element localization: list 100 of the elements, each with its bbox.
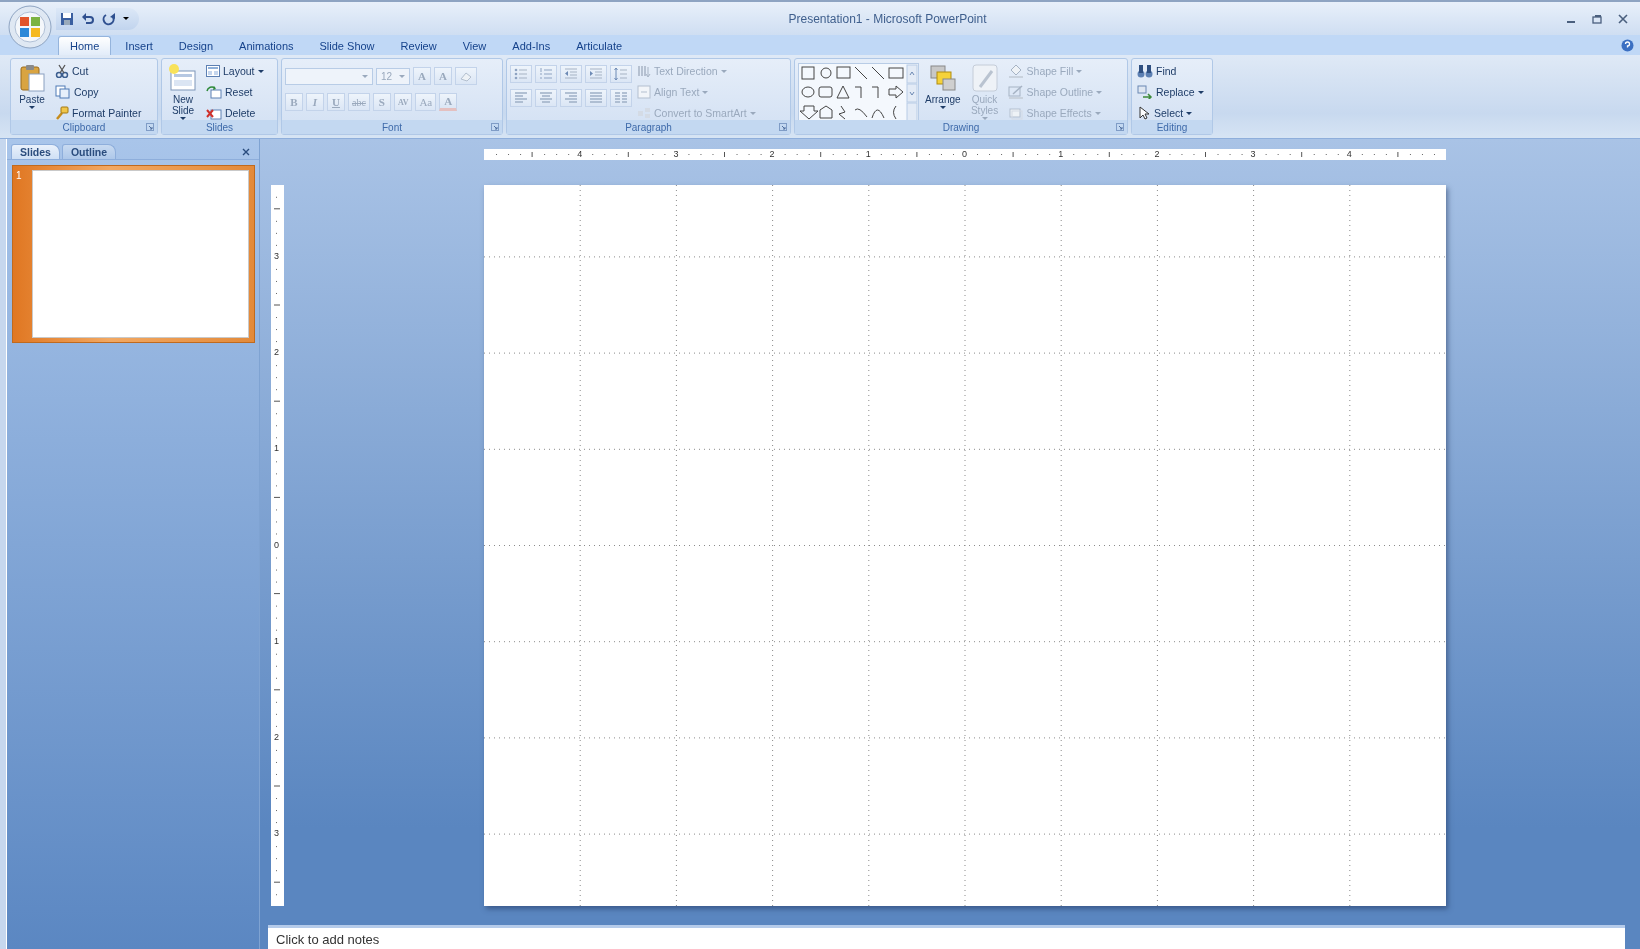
ruler-number: 3 (672, 150, 680, 159)
ruler-number: 2 (273, 732, 280, 742)
ruler-number: 1 (273, 444, 280, 454)
ribbon-button[interactable]: Copy (53, 82, 144, 102)
ribbon-button[interactable]: Cut (53, 61, 144, 81)
dialog-launcher-icon[interactable] (491, 123, 499, 131)
ribbon-tab[interactable]: Review (388, 36, 449, 55)
ruler-number: 0 (961, 150, 968, 159)
notes-prompt: Click to add notes (276, 932, 380, 949)
notes-pane[interactable]: Click to add notes (268, 925, 1625, 949)
panel-tab[interactable]: Outline (61, 144, 117, 159)
caret-icon (362, 74, 368, 78)
quick-styles-icon (969, 63, 1000, 93)
slide-number: 1 (16, 170, 23, 183)
ribbon-tab[interactable]: Insert (113, 36, 165, 55)
ruler-number: 2 (1153, 150, 1161, 159)
quick-access-button[interactable] (60, 11, 74, 26)
scissors-icon (55, 64, 69, 78)
ruler-number: 1 (1057, 150, 1065, 159)
bullets-icon (514, 67, 528, 81)
paint-bucket-icon (1007, 64, 1024, 78)
quick-access-button[interactable] (102, 11, 116, 26)
close-icon[interactable] (242, 147, 250, 156)
save-icon (60, 11, 74, 26)
delete-slide-icon (206, 106, 222, 120)
ribbon-tab[interactable]: Design (166, 36, 226, 55)
group-label: Clipboard (62, 121, 106, 133)
group-label: Paragraph (625, 121, 672, 133)
ruler-number: 1 (273, 636, 280, 646)
ribbon-button[interactable]: Paste (14, 61, 50, 111)
group-label: Slides (205, 121, 234, 133)
caret-icon (399, 74, 405, 78)
window-title: Presentation1 - Microsoft PowerPoint (787, 11, 988, 26)
ribbon-button[interactable]: Format Painter (53, 103, 144, 123)
text-direction-icon (637, 64, 651, 78)
ribbon-button[interactable]: Layout (204, 61, 266, 81)
paragraph-tool-button[interactable] (510, 65, 532, 83)
ribbon-button[interactable]: Find (1135, 61, 1206, 81)
ruler-number: 2 (768, 150, 776, 159)
columns-icon (614, 91, 628, 105)
font-name-field[interactable] (285, 67, 373, 85)
group-label: Editing (1156, 121, 1188, 133)
line-spacing-icon (614, 67, 628, 81)
dialog-launcher-icon[interactable] (1116, 123, 1124, 131)
cursor-icon (1137, 106, 1151, 120)
ruler-number: 4 (1345, 150, 1353, 159)
ribbon-tab[interactable]: Articulate (564, 36, 635, 55)
align-center-icon (539, 91, 553, 105)
pencil-square-icon (1007, 85, 1024, 99)
ribbon-button[interactable]: Delete (204, 103, 266, 123)
replace-icon (1137, 85, 1153, 99)
reset-icon (206, 85, 222, 99)
group-label: Font (382, 121, 402, 133)
ribbon-tab[interactable]: Home (58, 36, 112, 55)
paragraph-tool-button[interactable] (560, 65, 582, 83)
shapes-gallery[interactable] (798, 63, 919, 123)
ruler-number: 2 (273, 348, 280, 358)
brush-icon (55, 106, 69, 120)
redo-icon (102, 11, 116, 26)
justify-icon (589, 91, 603, 105)
ribbon-button[interactable]: Arrange (922, 61, 964, 111)
align-left-icon (514, 91, 528, 105)
ribbon-tab[interactable]: View (450, 36, 499, 55)
numbering-icon (539, 67, 553, 81)
help-icon[interactable] (1621, 38, 1634, 52)
align-text-icon (637, 85, 651, 99)
panel-tab[interactable]: Slides (11, 144, 60, 159)
copy-icon (55, 85, 71, 99)
ribbon-button[interactable]: Replace (1135, 82, 1206, 102)
shape-effects-icon (1007, 106, 1024, 120)
restore-icon[interactable] (1592, 13, 1602, 24)
ruler-number: 1 (864, 150, 872, 159)
ruler-number: 4 (576, 150, 584, 159)
arrange-icon (927, 63, 958, 93)
eraser-icon (459, 70, 473, 82)
dialog-launcher-icon[interactable] (779, 123, 787, 131)
dialog-launcher-icon[interactable] (146, 123, 154, 131)
binoculars-icon (1137, 64, 1153, 78)
align-right-icon (564, 91, 578, 105)
ribbon-button[interactable]: Reset (204, 82, 266, 102)
layout-icon (206, 65, 220, 77)
ribbon-tab[interactable]: Slide Show (307, 36, 387, 55)
ruler-number: 3 (1249, 150, 1257, 159)
group-label: Drawing (942, 121, 980, 133)
customize-toolbar-button[interactable] (123, 17, 129, 20)
decrease-indent-icon (564, 67, 578, 81)
ruler-number: 0 (273, 540, 280, 550)
ruler-number: 3 (273, 251, 280, 261)
undo-icon (81, 11, 95, 26)
ribbon-tab[interactable]: Add-Ins (500, 36, 563, 55)
close-icon[interactable] (1618, 13, 1628, 24)
increase-indent-icon (589, 67, 603, 81)
quick-access-button[interactable] (81, 11, 95, 26)
paragraph-tool-button[interactable] (610, 65, 632, 83)
ribbon-tab[interactable]: Animations (227, 36, 306, 55)
clipboard-icon (17, 63, 47, 93)
paragraph-tool-button[interactable] (585, 65, 607, 83)
caret-icon (123, 17, 129, 20)
ruler-number: 3 (273, 829, 280, 839)
new-slide-icon (168, 63, 198, 93)
